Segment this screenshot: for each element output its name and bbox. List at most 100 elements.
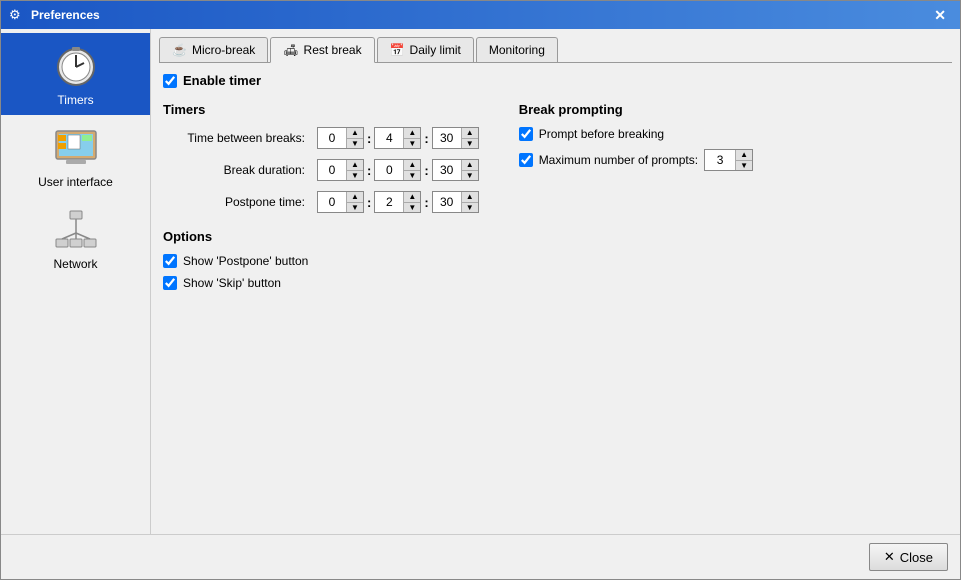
mins-btns-2: ▲ ▼: [403, 160, 420, 180]
tabs-bar: ☕ Micro-break 🛋 Rest break 📅 Daily limit…: [159, 37, 952, 63]
hours-input-3[interactable]: [318, 192, 346, 212]
hours-spinner-wrap-2: ▲ ▼: [317, 159, 364, 181]
secs-spinner-wrap-3: ▲ ▼: [432, 191, 479, 213]
timers-heading: Timers: [163, 102, 479, 117]
prompt-before-breaking-checkbox[interactable]: [519, 127, 533, 141]
mins-down-3[interactable]: ▼: [404, 202, 420, 212]
secs-down-2[interactable]: ▼: [462, 170, 478, 180]
user-interface-label: User interface: [38, 175, 113, 189]
sidebar-item-timers[interactable]: Timers: [1, 33, 150, 115]
secs-up-1[interactable]: ▲: [462, 128, 478, 138]
max-prompts-spinner-wrap: ▲ ▼: [704, 149, 753, 171]
mins-spinner-wrap-2: ▲ ▼: [374, 159, 421, 181]
mins-input-2[interactable]: [375, 160, 403, 180]
secs-spinner-wrap-2: ▲ ▼: [432, 159, 479, 181]
secs-input-3[interactable]: [433, 192, 461, 212]
secs-up-2[interactable]: ▲: [462, 160, 478, 170]
user-interface-icon: [52, 123, 100, 171]
timers-icon: [52, 41, 100, 89]
show-skip-checkbox[interactable]: [163, 276, 177, 290]
mins-up-2[interactable]: ▲: [404, 160, 420, 170]
hours-input-1[interactable]: [318, 128, 346, 148]
secs-input-1[interactable]: [433, 128, 461, 148]
hours-up-2[interactable]: ▲: [347, 160, 363, 170]
tab-rest-break[interactable]: 🛋 Rest break: [270, 37, 374, 63]
mins-btns-1: ▲ ▼: [403, 128, 420, 148]
micro-break-label: Micro-break: [192, 43, 255, 57]
max-prompts-input[interactable]: [705, 150, 735, 170]
postpone-time-row: Postpone time: ▲ ▼ :: [163, 191, 479, 213]
section-content: Enable timer Timers Time between breaks:: [159, 73, 952, 526]
secs-input-2[interactable]: [433, 160, 461, 180]
mins-input-3[interactable]: [375, 192, 403, 212]
colon-1a: :: [367, 131, 371, 146]
close-label: Close: [900, 550, 933, 565]
daily-limit-icon: 📅: [390, 43, 405, 57]
colon-2a: :: [367, 163, 371, 178]
colon-1b: :: [424, 131, 428, 146]
mins-down-1[interactable]: ▼: [404, 138, 420, 148]
secs-spinner-wrap-1: ▲ ▼: [432, 127, 479, 149]
show-postpone-row: Show 'Postpone' button: [163, 254, 479, 268]
prompt-before-breaking-label: Prompt before breaking: [539, 127, 664, 141]
ui-svg: [52, 123, 100, 171]
mins-up-1[interactable]: ▲: [404, 128, 420, 138]
sidebar-item-user-interface[interactable]: User interface: [1, 115, 150, 197]
timers-svg: [52, 41, 100, 89]
window-icon: ⚙: [9, 7, 25, 23]
enable-timer-label: Enable timer: [183, 73, 261, 88]
postpone-time-spinner: ▲ ▼ : ▲ ▼: [317, 191, 479, 213]
enable-timer-checkbox[interactable]: [163, 74, 177, 88]
break-prompting-col: Break prompting Prompt before breaking M…: [519, 102, 948, 298]
break-duration-spinner: ▲ ▼ : ▲ ▼: [317, 159, 479, 181]
break-duration-row: Break duration: ▲ ▼ :: [163, 159, 479, 181]
content-area: Timers User interface: [1, 29, 960, 534]
max-prompts-down[interactable]: ▼: [736, 160, 752, 170]
secs-down-3[interactable]: ▼: [462, 202, 478, 212]
options-heading: Options: [163, 229, 479, 244]
prompt-before-breaking-row: Prompt before breaking: [519, 127, 948, 141]
time-between-breaks-label: Time between breaks:: [163, 131, 313, 145]
monitoring-label: Monitoring: [489, 43, 545, 57]
window-title: Preferences: [31, 8, 100, 22]
tab-daily-limit[interactable]: 📅 Daily limit: [377, 37, 474, 62]
hours-down-2[interactable]: ▼: [347, 170, 363, 180]
max-prompts-btns: ▲ ▼: [735, 150, 752, 170]
mins-up-3[interactable]: ▲: [404, 192, 420, 202]
break-duration-label: Break duration:: [163, 163, 313, 177]
max-prompts-checkbox[interactable]: [519, 153, 533, 167]
hours-btns-2: ▲ ▼: [346, 160, 363, 180]
hours-up-3[interactable]: ▲: [347, 192, 363, 202]
secs-btns-1: ▲ ▼: [461, 128, 478, 148]
close-icon: ✕: [884, 549, 895, 565]
hours-down-3[interactable]: ▼: [347, 202, 363, 212]
two-columns: Timers Time between breaks: ▲ ▼: [163, 102, 948, 298]
network-label: Network: [53, 257, 97, 271]
secs-up-3[interactable]: ▲: [462, 192, 478, 202]
mins-input-1[interactable]: [375, 128, 403, 148]
postpone-time-label: Postpone time:: [163, 195, 313, 209]
secs-btns-2: ▲ ▼: [461, 160, 478, 180]
show-postpone-checkbox[interactable]: [163, 254, 177, 268]
tab-micro-break[interactable]: ☕ Micro-break: [159, 37, 268, 62]
bottom-bar: ✕ Close: [1, 534, 960, 579]
preferences-window: ⚙ Preferences ✕ Timers: [0, 0, 961, 580]
hours-input-2[interactable]: [318, 160, 346, 180]
hours-btns-1: ▲ ▼: [346, 128, 363, 148]
hours-down-1[interactable]: ▼: [347, 138, 363, 148]
mins-down-2[interactable]: ▼: [404, 170, 420, 180]
rest-break-label: Rest break: [304, 43, 362, 57]
enable-timer-row: Enable timer: [163, 73, 948, 88]
sidebar-item-network[interactable]: Network: [1, 197, 150, 279]
mins-spinner-wrap-1: ▲ ▼: [374, 127, 421, 149]
mins-btns-3: ▲ ▼: [403, 192, 420, 212]
hours-up-1[interactable]: ▲: [347, 128, 363, 138]
secs-down-1[interactable]: ▼: [462, 138, 478, 148]
max-prompts-up[interactable]: ▲: [736, 150, 752, 160]
close-button[interactable]: ✕ Close: [869, 543, 948, 571]
title-bar-left: ⚙ Preferences: [9, 7, 100, 23]
tab-monitoring[interactable]: Monitoring: [476, 37, 558, 62]
window-close-button[interactable]: ✕: [928, 5, 952, 26]
network-svg: [52, 205, 100, 253]
colon-3a: :: [367, 195, 371, 210]
